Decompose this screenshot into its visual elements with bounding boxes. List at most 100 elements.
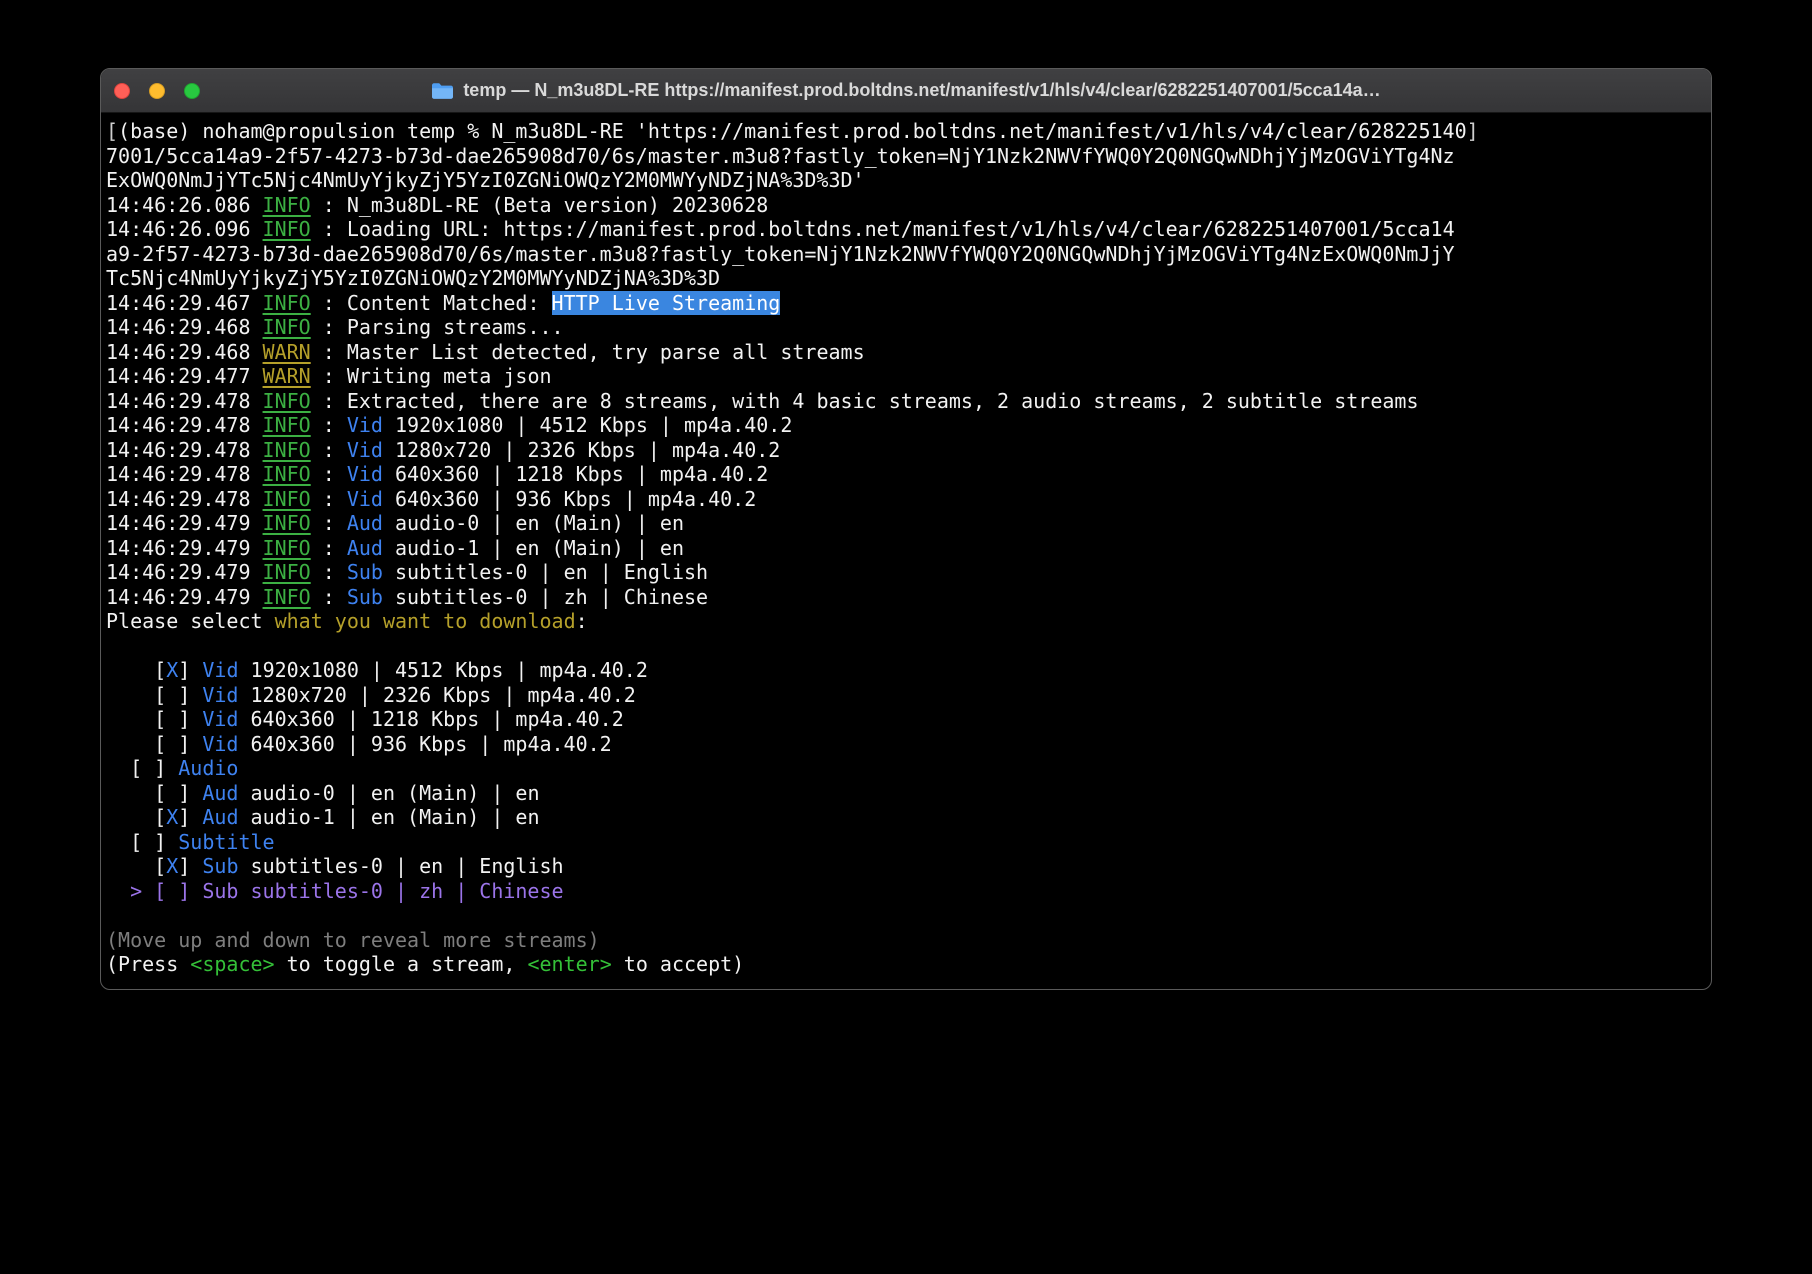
select-prompt: Please select what you want to download:	[106, 609, 1706, 634]
stream-option-sub-zh-cursor: > [ ] Sub subtitles-0 | zh | Chinese	[106, 879, 1706, 904]
text-plain: 14:46:29.478	[106, 437, 263, 462]
text-plain: [ ]	[106, 756, 179, 780]
text-blue: X	[166, 658, 179, 682]
text-plain: : Content Matched:	[310, 290, 552, 315]
terminal-output[interactable]: [ (base) noham@propulsion temp % N_m3u8DL…	[101, 113, 1711, 983]
text-blue: Vid	[202, 658, 239, 682]
text-plain: : Writing meta json	[310, 364, 552, 388]
log-stream-aud-1: 14:46:29.479 INFO : Aud audio-1 | en (Ma…	[106, 536, 1706, 561]
text-plain: 14:46:26.096	[106, 217, 263, 241]
prompt-command-line-2: 7001/5cca14a9-2f57-4273-b73d-dae265908d7…	[106, 144, 1706, 169]
text-blue: Audio	[178, 756, 239, 780]
zoom-button[interactable]	[184, 82, 200, 99]
text-plain: :	[310, 535, 347, 560]
text-plain: Tc5Njc4NmUyYjkyZjY5YzI0ZGNiOWQzY2M0MWYyN…	[106, 266, 721, 290]
log-stream-vid-1080: 14:46:29.478 INFO : Vid 1920x1080 | 4512…	[106, 413, 1706, 438]
text-plain: :	[310, 486, 347, 511]
text-plain: 14:46:29.479	[106, 511, 263, 535]
text-info: INFO	[262, 388, 311, 413]
text-plain: ]	[178, 805, 203, 829]
text-blue: X	[166, 805, 179, 829]
log-extracted-summary: 14:46:29.478 INFO : Extracted, there are…	[106, 389, 1706, 414]
stream-group-audio: [ ] Audio	[106, 756, 1706, 781]
text-warn: WARN	[262, 339, 311, 364]
text-gray: (Move up and down to reveal more streams…	[106, 927, 600, 952]
text-blue: Vid	[202, 731, 239, 756]
log-loading-url-1: 14:46:26.096 INFO : Loading URL: https:/…	[106, 217, 1706, 242]
text-plain: 14:46:29.478	[106, 388, 263, 413]
close-button[interactable]	[114, 82, 130, 99]
text-info: INFO	[262, 560, 311, 584]
text-plain: a9-2f57-4273-b73d-dae265908d70/6s/master…	[106, 241, 1455, 266]
log-master-list: 14:46:29.468 WARN : Master List detected…	[106, 340, 1706, 365]
text-plain: :	[310, 437, 347, 462]
text-plain: [	[106, 658, 167, 682]
log-stream-aud-0: 14:46:29.479 INFO : Aud audio-0 | en (Ma…	[106, 511, 1706, 536]
text-plain: (base) noham@propulsion temp % N_m3u8DL-…	[118, 119, 1467, 143]
text-plain: :	[575, 609, 588, 633]
text-plain: ]	[178, 854, 203, 878]
text-plain: (Press	[106, 952, 191, 976]
text-plain: 14:46:29.478	[106, 486, 263, 511]
text-plain: to toggle a stream,	[274, 952, 528, 976]
stream-option-vid-1080: [X] Vid 1920x1080 | 4512 Kbps | mp4a.40.…	[106, 658, 1706, 683]
text-warn: WARN	[262, 364, 311, 388]
log-loading-url-3: Tc5Njc4NmUyYjkyZjY5YzI0ZGNiOWQzY2M0MWYyN…	[106, 266, 1706, 291]
text-plain: 14:46:29.479	[106, 560, 263, 584]
log-writing-meta: 14:46:29.477 WARN : Writing meta json	[106, 364, 1706, 389]
prompt-command-line-3: ExOWQ0NmJjYTc5Njc4NmUyYjkyZjY5YzI0ZGNiOW…	[106, 168, 1706, 193]
text-hl: HTTP Live Streaming	[551, 290, 781, 315]
text-plain: audio-1 | en (Main) | en	[382, 535, 684, 560]
text-plain: : Parsing streams...	[310, 315, 564, 339]
text-info: INFO	[262, 437, 311, 462]
log-stream-vid-720: 14:46:29.478 INFO : Vid 1280x720 | 2326 …	[106, 438, 1706, 463]
minimize-button[interactable]	[149, 82, 165, 99]
stream-option-vid-360a: [ ] Vid 640x360 | 1218 Kbps | mp4a.40.2	[106, 707, 1706, 732]
window-titlebar[interactable]: temp — N_m3u8DL-RE https://manifest.prod…	[101, 69, 1711, 113]
text-plain: 640x360 | 1218 Kbps | mp4a.40.2	[238, 707, 624, 731]
hint-scroll: (Move up and down to reveal more streams…	[106, 928, 1706, 953]
text-plain: : Extracted, there are 8 streams, with 4…	[310, 388, 1419, 413]
desktop-background: temp — N_m3u8DL-RE https://manifest.prod…	[0, 0, 1812, 1274]
text-plain: 14:46:29.479	[106, 584, 263, 609]
text-plain: 1280x720 | 2326 Kbps | mp4a.40.2	[382, 437, 781, 462]
text-plain: 14:46:29.478	[106, 413, 263, 437]
stream-option-vid-360b: [ ] Vid 640x360 | 936 Kbps | mp4a.40.2	[106, 732, 1706, 757]
text-info: INFO	[262, 584, 311, 609]
text-plain: :	[310, 413, 347, 437]
text-plain: : N_m3u8DL-RE (Beta version) 20230628	[310, 192, 769, 217]
log-version: 14:46:26.086 INFO : N_m3u8DL-RE (Beta ve…	[106, 193, 1706, 218]
text-plain: audio-0 | en (Main) | en	[238, 780, 540, 805]
text-plain: : Loading URL: https://manifest.prod.bol…	[310, 217, 1455, 241]
text-blue: Sub	[346, 584, 383, 609]
text-purple: > [ ] Sub subtitles-0 | zh | Chinese	[106, 878, 564, 903]
text-plain: subtitles-0 | zh | Chinese	[382, 584, 709, 609]
text-plain: ]	[178, 658, 203, 682]
text-info: INFO	[262, 192, 311, 217]
text-blue: Vid	[346, 462, 383, 486]
text-blue: Vid	[202, 707, 239, 731]
text-blue: Aud	[346, 535, 383, 560]
text-info: INFO	[262, 486, 311, 511]
text-plain: 640x360 | 1218 Kbps | mp4a.40.2	[382, 462, 769, 486]
text-plain: 14:46:29.468	[106, 339, 263, 364]
text-plain: 1280x720 | 2326 Kbps | mp4a.40.2	[238, 682, 636, 707]
traffic-lights	[114, 69, 200, 112]
text-plain: 1920x1080 | 4512 Kbps | mp4a.40.2	[238, 658, 648, 682]
text-blue: Aud	[202, 780, 239, 805]
text-info: INFO	[262, 535, 311, 560]
text-blue: Aud	[202, 805, 239, 829]
log-stream-sub-zh: 14:46:29.479 INFO : Sub subtitles-0 | zh…	[106, 585, 1706, 610]
text-blue: Vid	[346, 413, 383, 437]
text-blue: Vid	[346, 486, 383, 511]
text-plain: subtitles-0 | en | English	[238, 854, 564, 878]
prompt-command-line-1: [(base) noham@propulsion temp % N_m3u8DL…	[106, 119, 1706, 144]
terminal-window: temp — N_m3u8DL-RE https://manifest.prod…	[100, 68, 1712, 990]
text-plain: [ ]	[106, 682, 203, 707]
log-stream-vid-360b: 14:46:29.478 INFO : Vid 640x360 | 936 Kb…	[106, 487, 1706, 512]
stream-option-aud-0: [ ] Aud audio-0 | en (Main) | en	[106, 781, 1706, 806]
text-plain: 14:46:26.086	[106, 192, 263, 217]
text-plain: Please select	[106, 609, 275, 633]
hint-keys: (Press <space> to toggle a stream, <ente…	[106, 952, 1706, 977]
